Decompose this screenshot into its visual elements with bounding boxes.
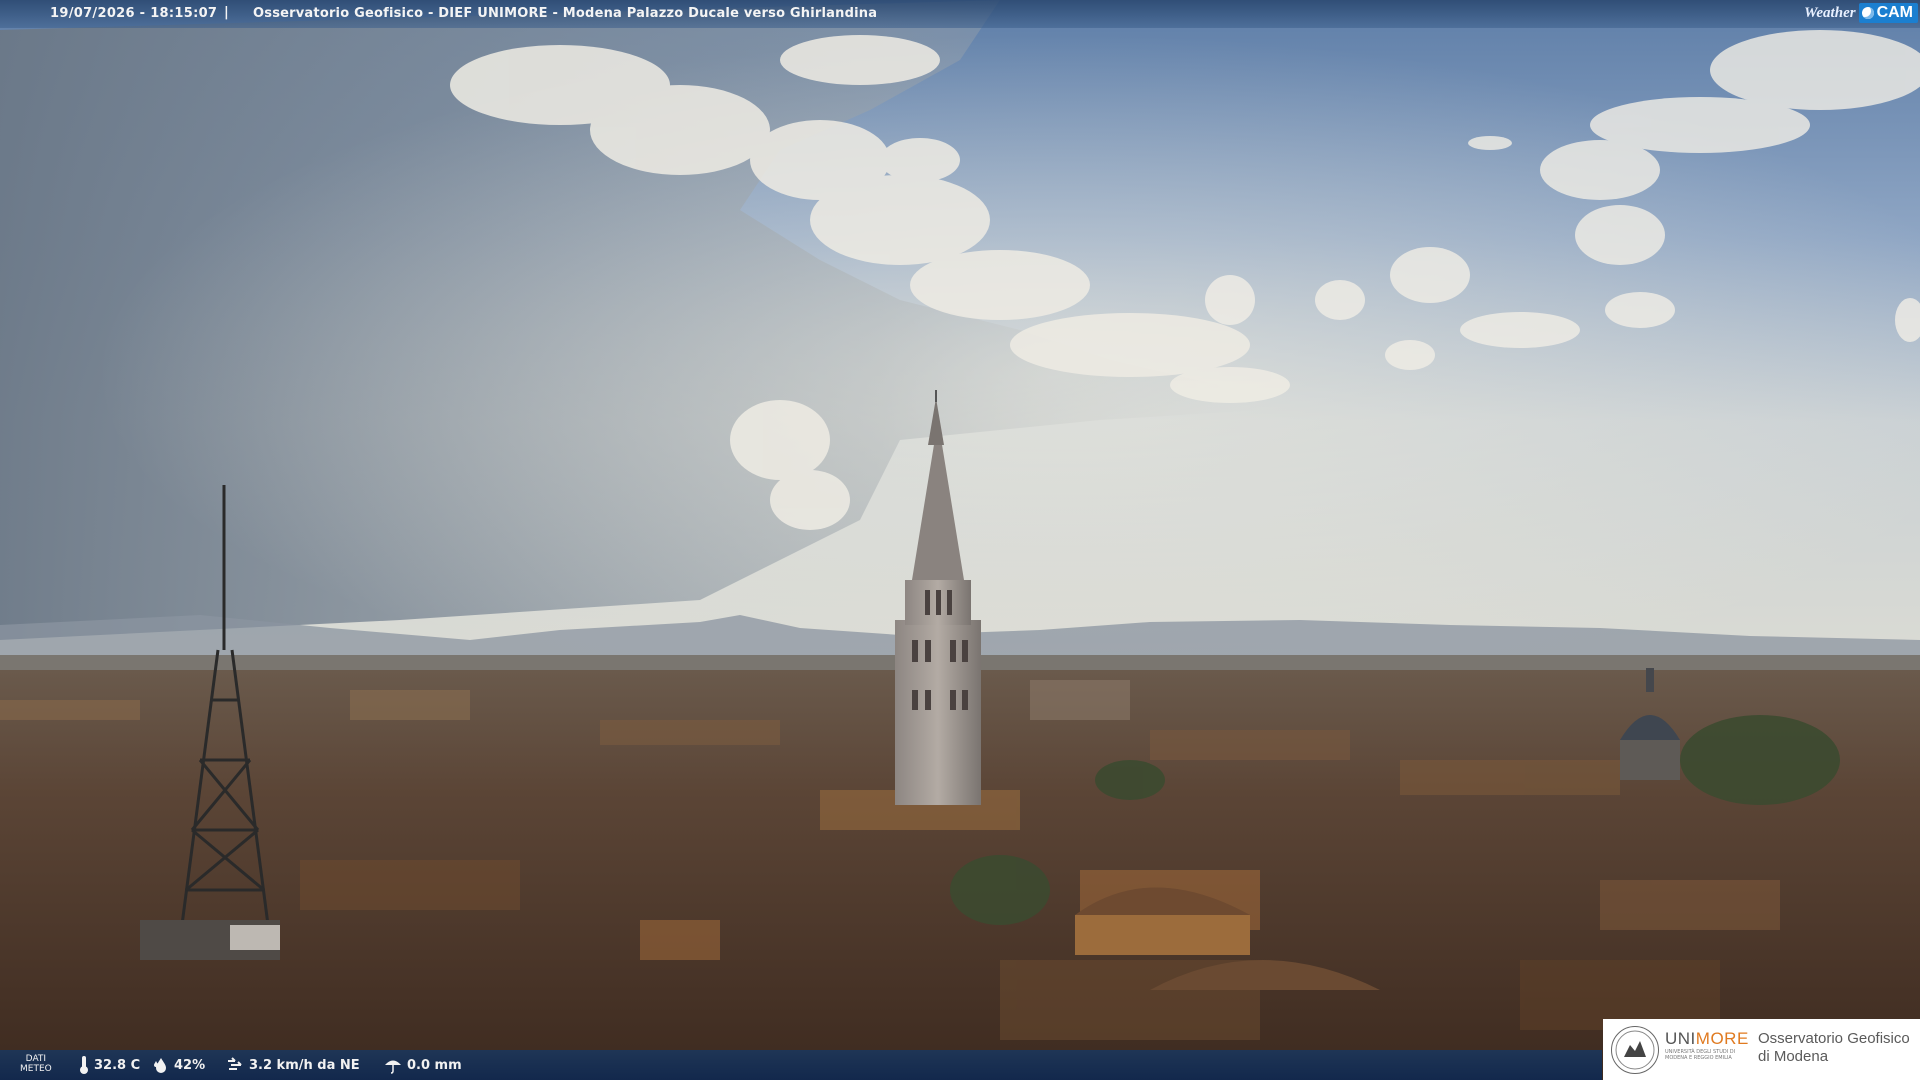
meteo-label: DATI METEO [20, 1054, 52, 1074]
separator: | [224, 5, 229, 20]
unimore-subtitle: UNIVERSITÀ DEGLI STUDI DI MODENA E REGGI… [1665, 1049, 1736, 1061]
humidity-reading: 42% [152, 1050, 205, 1080]
rain-reading: 0.0 mm [383, 1050, 462, 1080]
thermometer-icon [80, 1056, 88, 1074]
rain-icon [385, 1060, 401, 1074]
webcam-frame: 19/07/2026 - 18:15:07 | Osservatorio Geo… [0, 0, 1920, 1080]
webcam-caption: Osservatorio Geofisico - DIEF UNIMORE - … [253, 6, 878, 21]
weathercam-weather-text: Weather [1804, 4, 1856, 21]
rain-value: 0.0 mm [407, 1057, 462, 1073]
humidity-value: 42% [174, 1057, 206, 1073]
temperature-value: 32.8 C [94, 1057, 141, 1073]
observatory-name: Osservatorio Geofisico di Modena [1758, 1030, 1910, 1065]
city-panorama-photo [0, 0, 1920, 1080]
weather-data-bar: DATI METEO 32.8 C 42% 3.2 km/h da NE 0.0… [0, 1050, 1602, 1080]
humidity-drop-icon [154, 1058, 166, 1073]
wind-value: 3.2 km/h da NE [249, 1057, 360, 1073]
webcam-info-bar: 19/07/2026 - 18:15:07 | Osservatorio Geo… [0, 0, 1920, 28]
weathercam-globe-icon [1861, 7, 1874, 19]
wind-icon [228, 1057, 242, 1070]
wind-reading: 3.2 km/h da NE [225, 1050, 360, 1080]
weathercam-logo: Weather CAM [1804, 2, 1918, 24]
weathercam-cam-text: CAM [1876, 4, 1913, 21]
timestamp: 19/07/2026 - 18:15:07 [50, 6, 218, 21]
university-seal-icon [1611, 1026, 1659, 1074]
unimore-observatory-logo: UNIMORE UNIVERSITÀ DEGLI STUDI DI MODENA… [1603, 1019, 1920, 1080]
temperature-reading: 32.8 C [78, 1050, 140, 1080]
unimore-wordmark: UNIMORE [1665, 1029, 1749, 1048]
